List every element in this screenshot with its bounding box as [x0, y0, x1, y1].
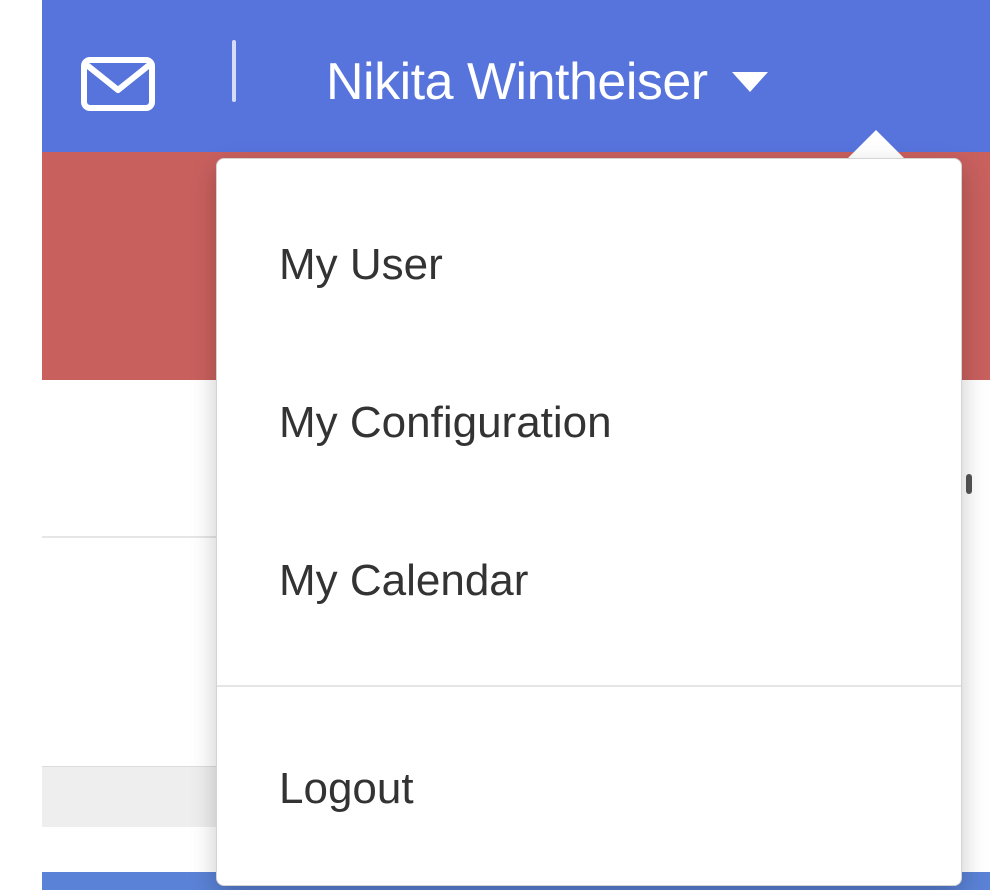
navbar-divider [232, 40, 236, 102]
menu-item-my-calendar[interactable]: My Calendar [217, 531, 961, 631]
scroll-handle[interactable] [966, 474, 972, 494]
menu-item-my-configuration[interactable]: My Configuration [217, 373, 961, 473]
user-name: Nikita Wintheiser [326, 53, 708, 111]
dropdown-pointer [846, 130, 906, 160]
content-divider [42, 536, 218, 538]
user-menu-toggle[interactable]: Nikita Wintheiser [326, 42, 770, 122]
caret-down-icon [731, 72, 768, 92]
envelope-icon[interactable] [80, 56, 156, 112]
content-footer-bar [42, 766, 218, 827]
menu-divider [217, 685, 961, 687]
menu-item-my-user[interactable]: My User [217, 215, 961, 315]
menu-item-logout[interactable]: Logout [217, 739, 961, 839]
left-margin [0, 0, 42, 890]
user-dropdown-menu: My User My Configuration My Calendar Log… [216, 158, 962, 886]
